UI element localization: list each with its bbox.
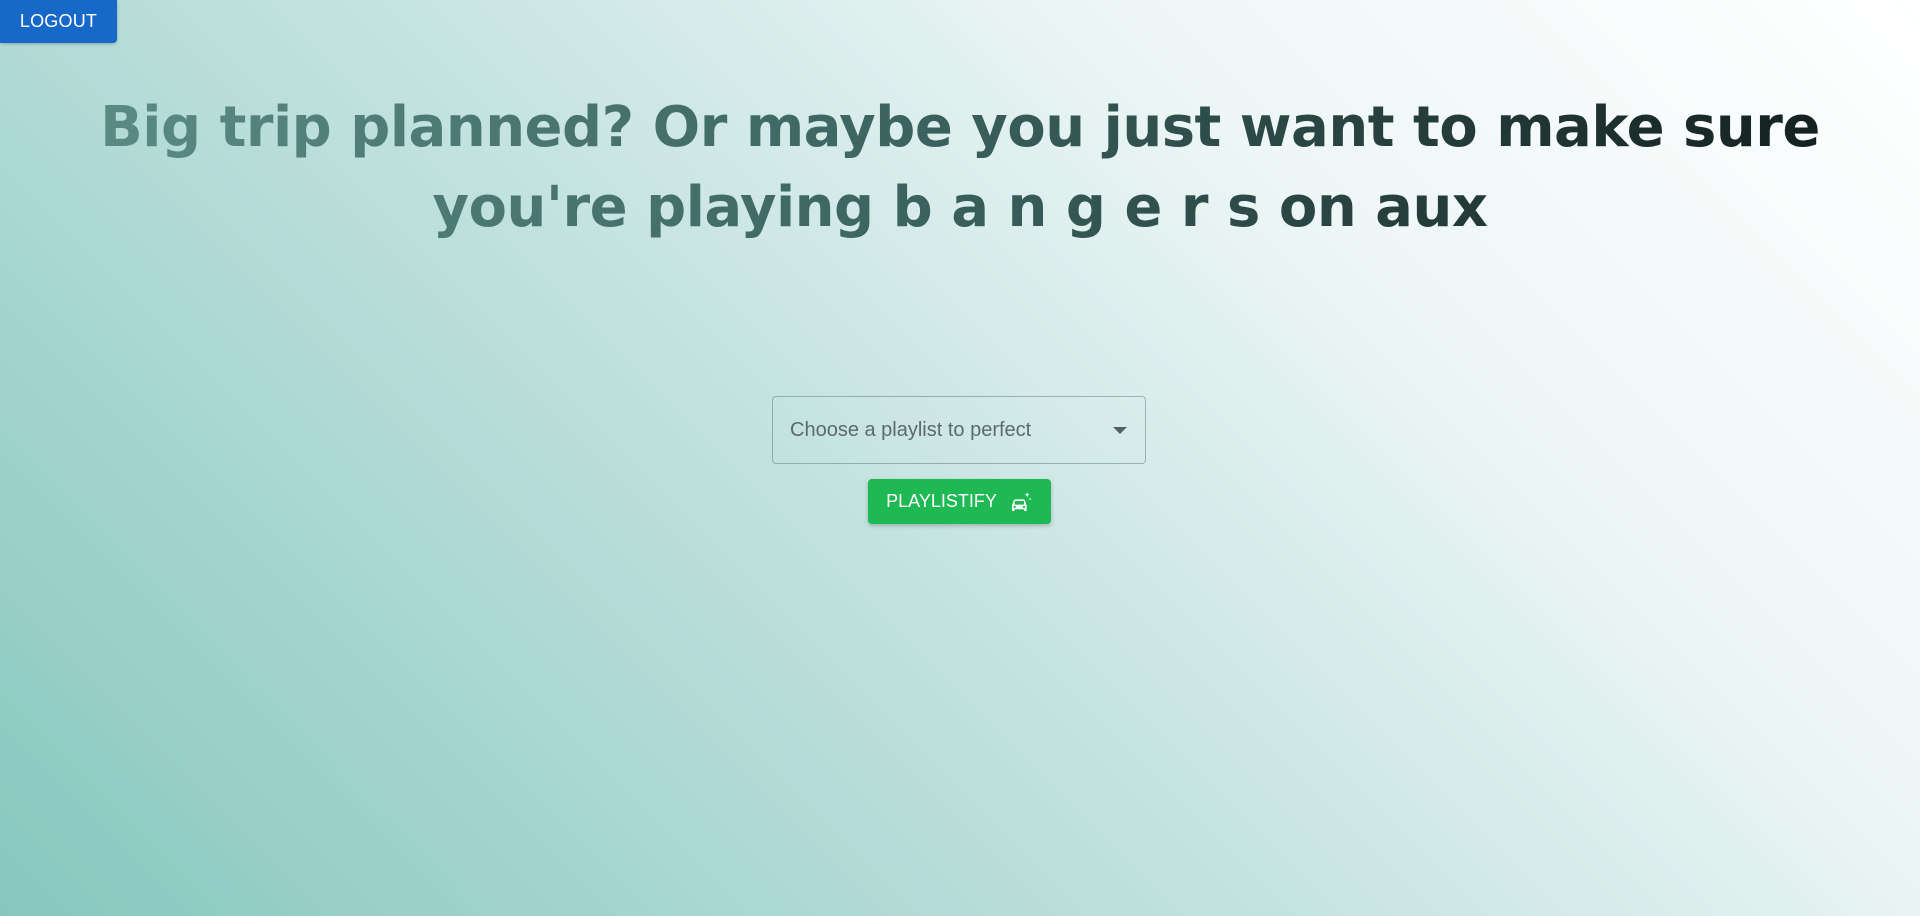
playlistify-button[interactable]: PLAYLISTIFY <box>868 479 1051 524</box>
car-icon <box>1011 491 1032 511</box>
playlist-select[interactable]: Choose a playlist to perfect <box>772 396 1146 464</box>
playlist-select-placeholder: Choose a playlist to perfect <box>790 418 1032 441</box>
headline-line-2: you're playing b a n g e r s on aux <box>432 175 1488 240</box>
logout-button[interactable]: LOGOUT <box>0 0 117 43</box>
playlistify-button-label: PLAYLISTIFY <box>886 491 997 511</box>
headline-line-1: Big trip planned? Or maybe you just want… <box>100 95 1820 160</box>
chevron-down-icon[interactable] <box>1113 426 1127 434</box>
page-title: Big trip planned? Or maybe you just want… <box>0 88 1920 248</box>
